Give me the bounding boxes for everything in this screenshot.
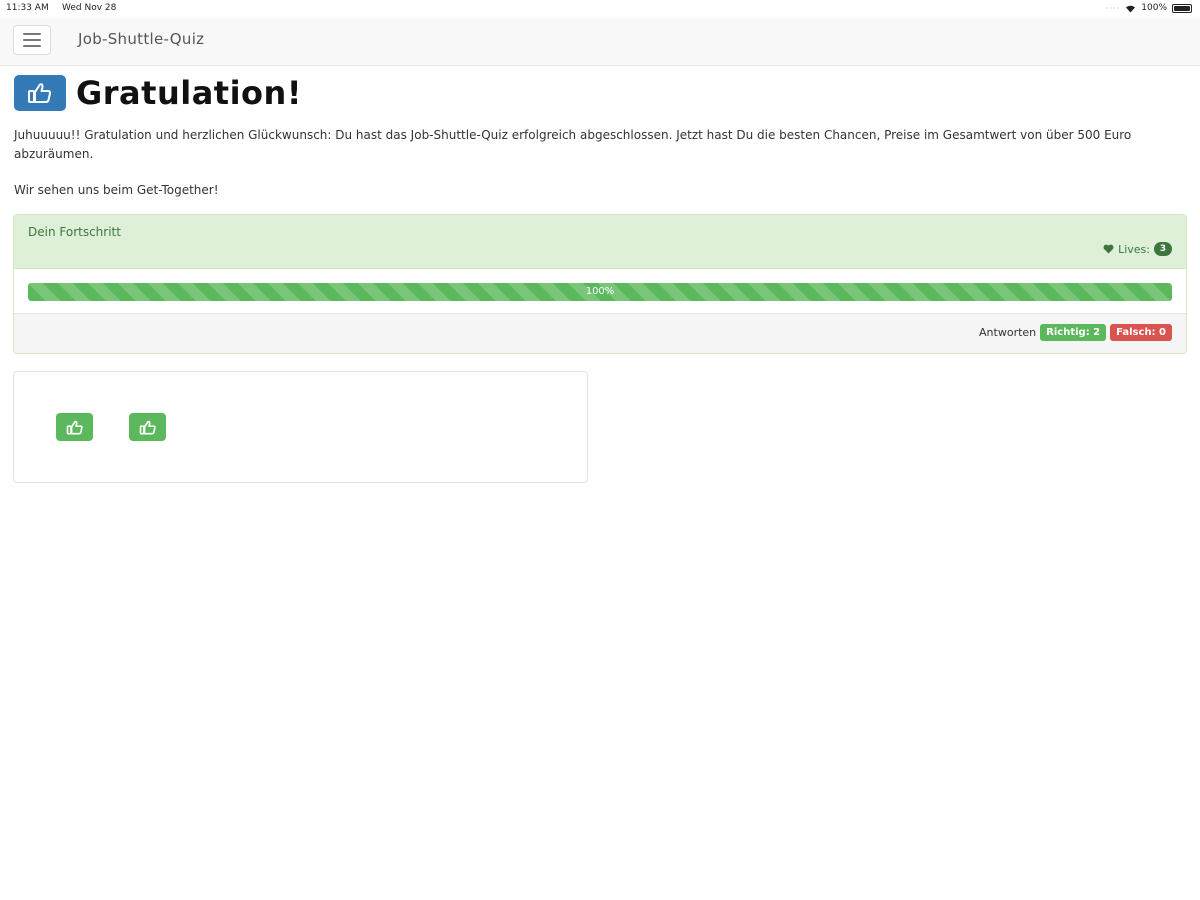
lives-indicator: Lives: 3 bbox=[1103, 242, 1172, 256]
correct-answers-badge: Richtig: 2 bbox=[1040, 324, 1107, 341]
thumbs-up-icon bbox=[14, 75, 66, 111]
page-heading: Gratulation! bbox=[14, 74, 302, 112]
navbar: Job-Shuttle-Quiz bbox=[0, 18, 1200, 66]
progress-track: 100% bbox=[28, 283, 1172, 301]
thumbs-up-icon bbox=[56, 413, 93, 441]
outro-text: Wir sehen uns beim Get-Together! bbox=[14, 183, 219, 197]
battery-percent: 100% bbox=[1141, 3, 1167, 13]
progress-panel-body: 100% bbox=[14, 269, 1186, 314]
answers-history-panel bbox=[13, 371, 588, 483]
signal-dots-icon: ···· bbox=[1106, 3, 1121, 13]
lives-count-badge: 3 bbox=[1154, 242, 1172, 256]
wrong-answers-badge: Falsch: 0 bbox=[1110, 324, 1172, 341]
thumbs-up-icon bbox=[129, 413, 166, 441]
status-date: Wed Nov 28 bbox=[62, 3, 117, 13]
status-time: 11:33 AM bbox=[6, 3, 49, 13]
progress-panel-title: Dein Fortschritt bbox=[28, 225, 121, 239]
battery-icon bbox=[1172, 3, 1192, 13]
progress-panel: Dein Fortschritt Lives: 3 100% Antworten… bbox=[13, 214, 1187, 354]
heart-icon bbox=[1103, 244, 1114, 254]
navbar-brand[interactable]: Job-Shuttle-Quiz bbox=[78, 30, 204, 48]
answers-label: Antworten bbox=[979, 326, 1037, 339]
status-indicators: ···· 100% bbox=[1106, 3, 1192, 13]
intro-text: Juhuuuuu!! Gratulation und herzlichen Gl… bbox=[14, 128, 1132, 161]
progress-panel-heading: Dein Fortschritt Lives: 3 bbox=[14, 215, 1186, 269]
page-title: Gratulation! bbox=[76, 74, 302, 112]
hamburger-menu-icon[interactable] bbox=[13, 25, 51, 55]
status-bar: 11:33 AM Wed Nov 28 ···· 100% bbox=[0, 0, 1200, 18]
lives-label: Lives: bbox=[1118, 242, 1150, 256]
wifi-icon bbox=[1126, 5, 1136, 12]
answers-summary: Antworten Richtig: 2 Falsch: 0 bbox=[979, 324, 1172, 341]
progress-panel-footer: Antworten Richtig: 2 Falsch: 0 bbox=[14, 314, 1186, 353]
progress-bar: 100% bbox=[28, 283, 1172, 301]
